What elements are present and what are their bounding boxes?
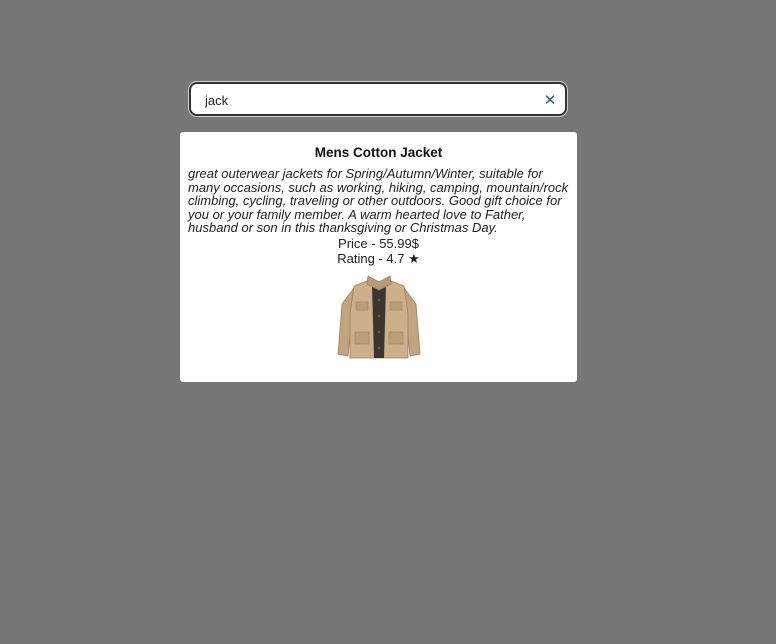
product-description: great outerwear jackets for Spring/Autum… [188, 166, 569, 235]
clear-search-icon[interactable]: ✕ [541, 91, 559, 109]
product-rating: Rating - 4.7 ★ [337, 250, 420, 266]
search-box: ✕ [189, 82, 567, 116]
product-price: Price - 55.99$ [338, 235, 419, 251]
product-title: Mens Cotton Jacket [314, 145, 443, 160]
search-input[interactable] [205, 90, 525, 110]
jacket-image [337, 274, 420, 358]
page: ✕ Mens Cotton Jacket great outerwear jac… [0, 0, 776, 644]
product-card[interactable]: Mens Cotton Jacket great outerwear jacke… [180, 132, 577, 382]
